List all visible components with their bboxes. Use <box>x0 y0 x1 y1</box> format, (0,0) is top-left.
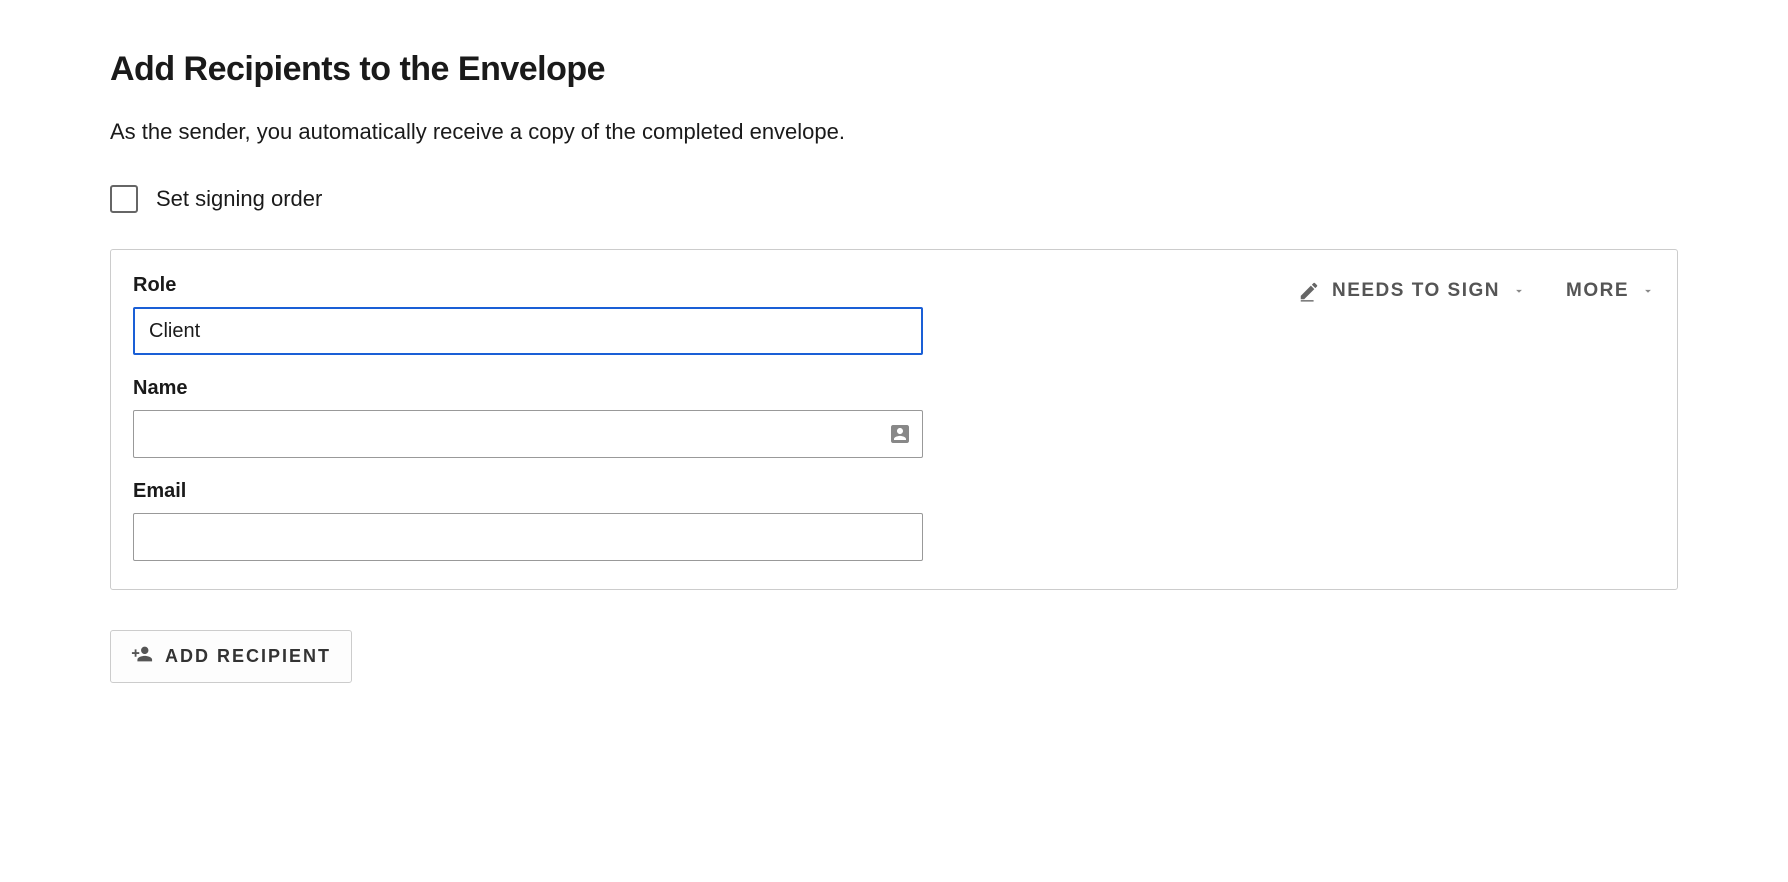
signing-order-checkbox[interactable] <box>110 185 138 213</box>
more-dropdown[interactable]: MORE <box>1566 280 1655 302</box>
add-recipient-button[interactable]: ADD RECIPIENT <box>110 630 352 683</box>
sign-icon <box>1298 280 1320 302</box>
recipient-card: Role Name Email <box>110 249 1678 590</box>
role-field-group: Role <box>133 274 923 355</box>
email-label: Email <box>133 480 923 503</box>
needs-to-sign-label: NEEDS TO SIGN <box>1332 280 1500 302</box>
more-label: MORE <box>1566 280 1629 302</box>
person-add-icon <box>131 643 153 670</box>
recipient-form: Role Name Email <box>133 274 923 561</box>
email-input[interactable] <box>133 513 923 561</box>
recipient-actions: NEEDS TO SIGN MORE <box>953 274 1655 302</box>
name-field-group: Name <box>133 377 923 458</box>
signing-order-label: Set signing order <box>156 186 322 212</box>
chevron-down-icon <box>1641 284 1655 298</box>
needs-to-sign-dropdown[interactable]: NEEDS TO SIGN <box>1298 280 1526 302</box>
signing-order-row: Set signing order <box>110 185 1678 213</box>
email-field-group: Email <box>133 480 923 561</box>
page-title: Add Recipients to the Envelope <box>110 50 1678 89</box>
page-subtitle: As the sender, you automatically receive… <box>110 119 1678 145</box>
contact-picker-icon[interactable] <box>887 421 913 447</box>
role-label: Role <box>133 274 923 297</box>
name-label: Name <box>133 377 923 400</box>
add-recipient-label: ADD RECIPIENT <box>165 646 331 667</box>
name-input[interactable] <box>133 410 923 458</box>
role-input[interactable] <box>133 307 923 355</box>
chevron-down-icon <box>1512 284 1526 298</box>
